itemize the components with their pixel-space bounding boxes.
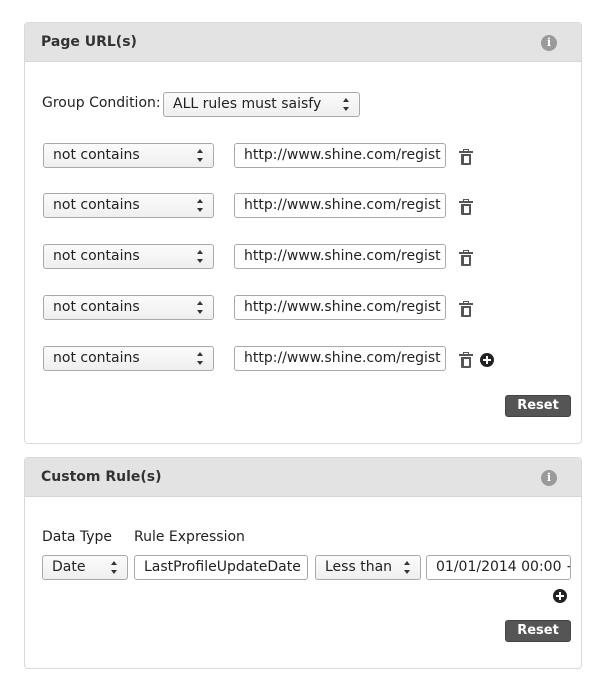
select-arrows-icon (197, 199, 204, 212)
group-condition-select[interactable]: ALL rules must saisfy (163, 92, 360, 117)
operator-select[interactable]: not contains (43, 193, 214, 218)
date-input-value: 01/01/2014 00:00 + (436, 559, 571, 575)
url-input[interactable]: http://www.shine.com/regist (234, 346, 446, 371)
operator-value: not contains (53, 350, 140, 366)
panel-title: Custom Rule(s) (41, 469, 162, 485)
comparator-value: Less than (325, 559, 393, 575)
url-input[interactable]: http://www.shine.com/regist (234, 143, 446, 168)
url-input-value: http://www.shine.com/regist (244, 197, 441, 213)
select-arrows-icon (197, 301, 204, 314)
url-input[interactable]: http://www.shine.com/regist (234, 193, 446, 218)
info-icon[interactable]: i (541, 35, 557, 51)
url-input-value: http://www.shine.com/regist (244, 147, 441, 163)
operator-value: not contains (53, 248, 140, 264)
operator-select[interactable]: not contains (43, 295, 214, 320)
page-url-panel: Page URL(s) i Group Condition: ALL rules… (24, 22, 582, 444)
trash-icon[interactable] (459, 250, 473, 266)
trash-icon[interactable] (459, 199, 473, 215)
select-arrows-icon (197, 352, 204, 365)
operator-select[interactable]: not contains (43, 143, 214, 168)
operator-value: not contains (53, 299, 140, 315)
comparator-select[interactable]: Less than (315, 555, 421, 580)
select-arrows-icon (197, 149, 204, 162)
operator-select[interactable]: not contains (43, 346, 214, 371)
group-condition-label: Group Condition: (42, 95, 161, 111)
page-url-panel-header: Page URL(s) i (25, 23, 581, 62)
panel-title: Page URL(s) (41, 34, 137, 50)
select-arrows-icon (197, 250, 204, 263)
reset-button[interactable]: Reset (505, 620, 571, 642)
custom-rule-panel: Custom Rule(s) i Data Type Rule Expressi… (24, 457, 582, 669)
custom-rule-panel-header: Custom Rule(s) i (25, 458, 581, 497)
trash-icon[interactable] (459, 352, 473, 368)
url-input-value: http://www.shine.com/regist (244, 299, 441, 315)
add-custom-rule-plus-icon[interactable] (553, 589, 567, 603)
operator-value: not contains (53, 197, 140, 213)
url-input[interactable]: http://www.shine.com/regist (234, 295, 446, 320)
url-input-value: http://www.shine.com/regist (244, 350, 441, 366)
operator-select[interactable]: not contains (43, 244, 214, 269)
url-input[interactable]: http://www.shine.com/regist (234, 244, 446, 269)
date-input[interactable]: 01/01/2014 00:00 + (426, 555, 571, 580)
data-type-select[interactable]: Date (42, 555, 128, 580)
group-condition-value: ALL rules must saisfy (173, 96, 322, 112)
reset-button[interactable]: Reset (505, 395, 571, 417)
select-arrows-icon (111, 561, 118, 574)
trash-icon[interactable] (459, 149, 473, 165)
select-arrows-icon (404, 561, 411, 574)
data-type-label: Data Type (42, 529, 113, 545)
data-type-value: Date (52, 559, 86, 575)
expression-input[interactable]: LastProfileUpdateDate (134, 555, 308, 580)
url-input-value: http://www.shine.com/regist (244, 248, 441, 264)
add-rule-plus-icon[interactable] (480, 353, 494, 367)
expression-input-value: LastProfileUpdateDate (144, 559, 301, 575)
info-icon[interactable]: i (541, 470, 557, 486)
select-arrows-icon (343, 98, 350, 111)
operator-value: not contains (53, 147, 140, 163)
trash-icon[interactable] (459, 301, 473, 317)
rule-expression-label: Rule Expression (134, 529, 245, 545)
